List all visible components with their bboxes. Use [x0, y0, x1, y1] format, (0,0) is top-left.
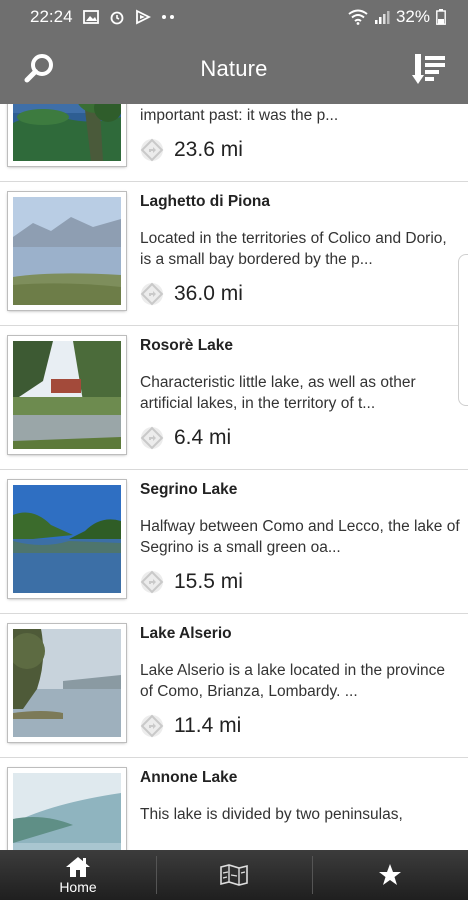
- place-title: Laghetto di Piona: [140, 193, 271, 210]
- place-description: Lake Alserio is a lake located in the pr…: [140, 662, 446, 700]
- places-list-inner: The only island of Lake Como boasts an i…: [0, 104, 468, 850]
- search-icon: [24, 54, 53, 83]
- nav-home-label: Home: [59, 878, 97, 895]
- status-time: 22:24: [30, 7, 73, 26]
- directions-icon: [140, 714, 164, 738]
- star-icon: [379, 864, 401, 885]
- list-item[interactable]: Rosorè Lake Characteristic little lake, …: [0, 326, 468, 470]
- directions-icon: [140, 138, 164, 162]
- list-item[interactable]: Lake Alserio Lake Alserio is a lake loca…: [0, 614, 468, 758]
- place-description: The only island of Lake Como boasts an i…: [140, 107, 339, 124]
- gallery-icon: [82, 9, 99, 25]
- place-title: Lake Alserio: [140, 625, 232, 642]
- list-item[interactable]: Annone Lake This lake is divided by two …: [0, 758, 468, 850]
- place-distance: 36.0 mi: [140, 282, 243, 306]
- place-title: Rosorè Lake: [140, 337, 234, 354]
- place-description: Located in the territories of Colico and…: [140, 230, 447, 268]
- distance-value: 36.0 mi: [174, 282, 243, 305]
- place-description: Characteristic little lake, as well as o…: [140, 374, 416, 412]
- sort-icon: [412, 54, 445, 84]
- place-description: Halfway between Como and Lecco, the lake…: [140, 518, 460, 556]
- distance-value: 6.4 mi: [174, 426, 232, 449]
- place-thumbnail: [8, 104, 126, 166]
- place-distance: 15.5 mi: [140, 570, 243, 594]
- app-screen: 22:24 32% Nature important past: it was …: [0, 0, 468, 900]
- distance-value: 15.5 mi: [174, 570, 243, 593]
- side-drawer-handle[interactable]: [458, 254, 468, 406]
- wifi-icon: [348, 9, 368, 25]
- place-distance: 11.4 mi: [140, 714, 241, 738]
- app-bar: Nature: [0, 34, 468, 104]
- place-thumbnail: [8, 480, 126, 598]
- search-button[interactable]: [22, 51, 58, 87]
- distance-value: 11.4 mi: [174, 714, 242, 737]
- nav-map[interactable]: [156, 850, 312, 900]
- status-left: 22:24: [30, 7, 175, 27]
- place-title: Annone Lake: [140, 769, 238, 786]
- place-title: Segrino Lake: [140, 481, 238, 498]
- place-thumbnail: [8, 192, 126, 310]
- places-list[interactable]: The only island of Lake Como boasts an i…: [0, 104, 468, 850]
- directions-icon: [140, 570, 164, 594]
- place-distance: 6.4 mi: [140, 426, 231, 450]
- place-thumbnail: [8, 768, 126, 850]
- home-icon: [66, 856, 90, 877]
- directions-icon: [140, 282, 164, 306]
- map-icon: [220, 864, 248, 886]
- battery-percent: 32%: [395, 7, 430, 26]
- place-thumbnail: [8, 624, 126, 742]
- directions-icon: [140, 426, 164, 450]
- media-icon: [135, 9, 151, 25]
- nav-favorites[interactable]: [312, 850, 468, 900]
- alarm-icon: [109, 9, 125, 25]
- page-title: Nature: [200, 56, 268, 81]
- battery-icon: [436, 9, 446, 25]
- list-item[interactable]: The only island of Lake Como boasts an i…: [0, 104, 468, 182]
- bottom-nav: Home: [0, 850, 468, 900]
- place-thumbnail: [8, 336, 126, 454]
- sort-button[interactable]: [412, 51, 448, 87]
- place-description: This lake is divided by two peninsulas,: [140, 806, 403, 823]
- more-dots-icon: [161, 14, 175, 20]
- list-item[interactable]: Segrino Lake Halfway between Como and Le…: [0, 470, 468, 614]
- distance-value: 23.6 mi: [174, 138, 243, 161]
- signal-icon: [374, 9, 390, 25]
- nav-home[interactable]: Home: [0, 850, 156, 900]
- status-bar: 22:24 32%: [0, 0, 468, 34]
- list-item[interactable]: Laghetto di Piona Located in the territo…: [0, 182, 468, 326]
- place-distance: 23.6 mi: [140, 138, 243, 162]
- status-right: 32%: [348, 7, 446, 27]
